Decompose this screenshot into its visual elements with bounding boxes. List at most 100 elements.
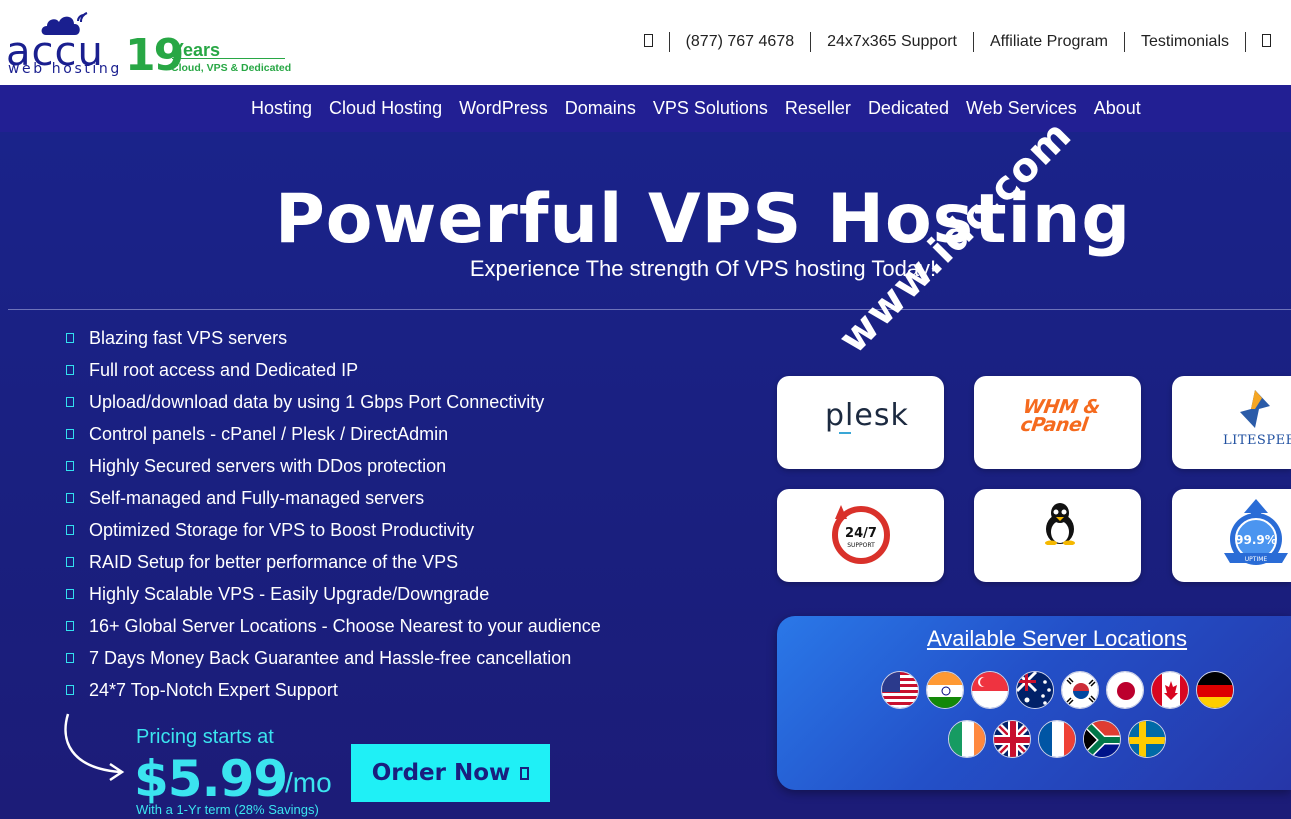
plesk-underline: [839, 432, 851, 434]
litespeed-logo: LITESPEED: [1223, 433, 1291, 448]
list-item: 16+ Global Server Locations - Choose Nea…: [66, 610, 601, 642]
list-item: RAID Setup for better performance of the…: [66, 546, 601, 578]
litespeed-card: LITESPEED: [1172, 376, 1291, 469]
list-item: Blazing fast VPS servers: [66, 322, 601, 354]
price-period: /mo: [285, 767, 332, 798]
linux-card: [974, 489, 1141, 582]
list-item: 7 Days Money Back Guarantee and Hassle-f…: [66, 642, 601, 674]
flag-germany-icon: [1196, 671, 1234, 709]
whm-cpanel-logo: WHM & cPanel: [1019, 396, 1101, 436]
support-link[interactable]: 24x7x365 Support: [811, 32, 974, 52]
check-icon: [66, 557, 74, 567]
flag-japan-icon: [1106, 671, 1144, 709]
flag-uk-icon: [993, 720, 1031, 758]
flag-singapore-icon: [971, 671, 1009, 709]
curved-arrow-icon: [64, 713, 125, 782]
check-icon: [66, 525, 74, 535]
top-header: accu web hosting 19 Years Cloud, VPS & D…: [0, 0, 1291, 85]
feature-text: Control panels - cPanel / Plesk / Direct…: [89, 423, 449, 444]
nav-item-cloud-hosting[interactable]: Cloud Hosting: [329, 98, 442, 119]
check-icon: [66, 333, 74, 343]
server-locations-title[interactable]: Available Server Locations: [777, 626, 1291, 652]
feature-text: Self-managed and Fully-managed servers: [89, 487, 425, 508]
support-247-icon: 24/7 SUPPORT: [832, 505, 890, 564]
feature-text: 7 Days Money Back Guarantee and Hassle-f…: [89, 647, 572, 668]
server-locations-panel: Available Server Locations: [777, 616, 1291, 790]
flag-canada-icon: [1151, 671, 1189, 709]
feature-text: Highly Scalable VPS - Easily Upgrade/Dow…: [89, 583, 490, 604]
flag-south-korea-icon: [1061, 671, 1099, 709]
flag-india-icon: [926, 671, 964, 709]
nav-item-vps-solutions[interactable]: VPS Solutions: [653, 98, 768, 119]
uptime-word-text: UPTIME: [1245, 556, 1268, 563]
nav-item-dedicated[interactable]: Dedicated: [868, 98, 949, 119]
logo-tagline: Cloud, VPS & Dedicated: [171, 62, 292, 74]
litespeed-icon: [1240, 390, 1270, 428]
list-item: Highly Secured servers with DDos protect…: [66, 450, 601, 482]
affiliate-link[interactable]: Affiliate Program: [974, 32, 1125, 52]
nav-item-hosting[interactable]: Hosting: [251, 98, 312, 119]
plesk-card: plesk: [777, 376, 944, 469]
list-item: Self-managed and Fully-managed servers: [66, 482, 601, 514]
feature-text: Optimized Storage for VPS to Boost Produ…: [89, 519, 475, 540]
list-item: Upload/download data by using 1 Gbps Por…: [66, 386, 601, 418]
flag-south-africa-icon: [1083, 720, 1121, 758]
check-icon: [66, 365, 74, 375]
user-icon[interactable]: [1246, 32, 1291, 52]
logo-divider: [172, 58, 285, 59]
list-item: Full root access and Dedicated IP: [66, 354, 601, 386]
feature-text: Blazing fast VPS servers: [89, 327, 288, 348]
flag-ireland-icon: [948, 720, 986, 758]
top-links: (877) 767 4678 24x7x365 Support Affiliat…: [628, 30, 1291, 54]
check-icon: [66, 589, 74, 599]
list-item: Optimized Storage for VPS to Boost Produ…: [66, 514, 601, 546]
nav-item-reseller[interactable]: Reseller: [785, 98, 851, 119]
hero-divider: [8, 309, 1291, 310]
main-nav: Hosting Cloud Hosting WordPress Domains …: [0, 85, 1291, 132]
support-247-text: 24/7: [845, 526, 877, 541]
feature-text: Highly Secured servers with DDos protect…: [89, 455, 447, 476]
feature-text: 24*7 Top-Notch Expert Support: [89, 679, 338, 700]
pricing-label: Pricing starts at: [136, 726, 274, 748]
hero-title: Powerful VPS Hosting: [274, 180, 1132, 259]
order-now-button[interactable]: Order Now: [351, 744, 550, 802]
feature-text: Full root access and Dedicated IP: [89, 359, 359, 380]
check-icon: [66, 397, 74, 407]
flag-australia-icon: [1016, 671, 1054, 709]
nav-item-domains[interactable]: Domains: [565, 98, 636, 119]
nav-item-wordpress[interactable]: WordPress: [459, 98, 548, 119]
list-item: 24*7 Top-Notch Expert Support: [66, 674, 601, 706]
nav-item-about[interactable]: About: [1094, 98, 1141, 119]
testimonials-link[interactable]: Testimonials: [1125, 32, 1246, 52]
uptime-value-text: 99.9%: [1235, 533, 1277, 547]
check-icon: [66, 461, 74, 471]
nav-item-web-services[interactable]: Web Services: [966, 98, 1077, 119]
flag-sweden-icon: [1128, 720, 1166, 758]
cart-icon: [520, 766, 530, 780]
price-note: With a 1-Yr term (28% Savings): [136, 802, 319, 817]
feature-text: RAID Setup for better performance of the…: [89, 551, 459, 572]
feature-list: Blazing fast VPS servers Full root acces…: [66, 322, 601, 706]
uptime-card: 99.9% UPTIME: [1172, 489, 1291, 582]
order-now-label: Order Now: [371, 760, 511, 786]
flag-france-icon: [1038, 720, 1076, 758]
feature-text: Upload/download data by using 1 Gbps Por…: [89, 391, 545, 412]
accu-logo[interactable]: accu web hosting 19 Years Cloud, VPS & D…: [6, 8, 296, 80]
uptime-badge-icon: 99.9% UPTIME: [1224, 499, 1288, 565]
check-icon: [66, 653, 74, 663]
phone-link[interactable]: (877) 767 4678: [670, 32, 812, 52]
plesk-logo: plesk: [825, 398, 909, 433]
check-icon: [66, 621, 74, 631]
price-value: $5.99: [134, 750, 288, 808]
linux-tux-icon: [1045, 503, 1075, 545]
cpanel-line: cPanel: [1019, 414, 1090, 436]
phone-icon[interactable]: [628, 32, 670, 52]
hero-section: Powerful VPS Hosting Experience The stre…: [0, 132, 1291, 819]
support-word-text: SUPPORT: [847, 542, 875, 549]
check-icon: [66, 685, 74, 695]
feature-text: 16+ Global Server Locations - Choose Nea…: [89, 615, 601, 636]
list-item: Highly Scalable VPS - Easily Upgrade/Dow…: [66, 578, 601, 610]
list-item: Control panels - cPanel / Plesk / Direct…: [66, 418, 601, 450]
hero-subtitle: Experience The strength Of VPS hosting T…: [469, 256, 937, 281]
logo-sub: web hosting: [8, 61, 122, 77]
